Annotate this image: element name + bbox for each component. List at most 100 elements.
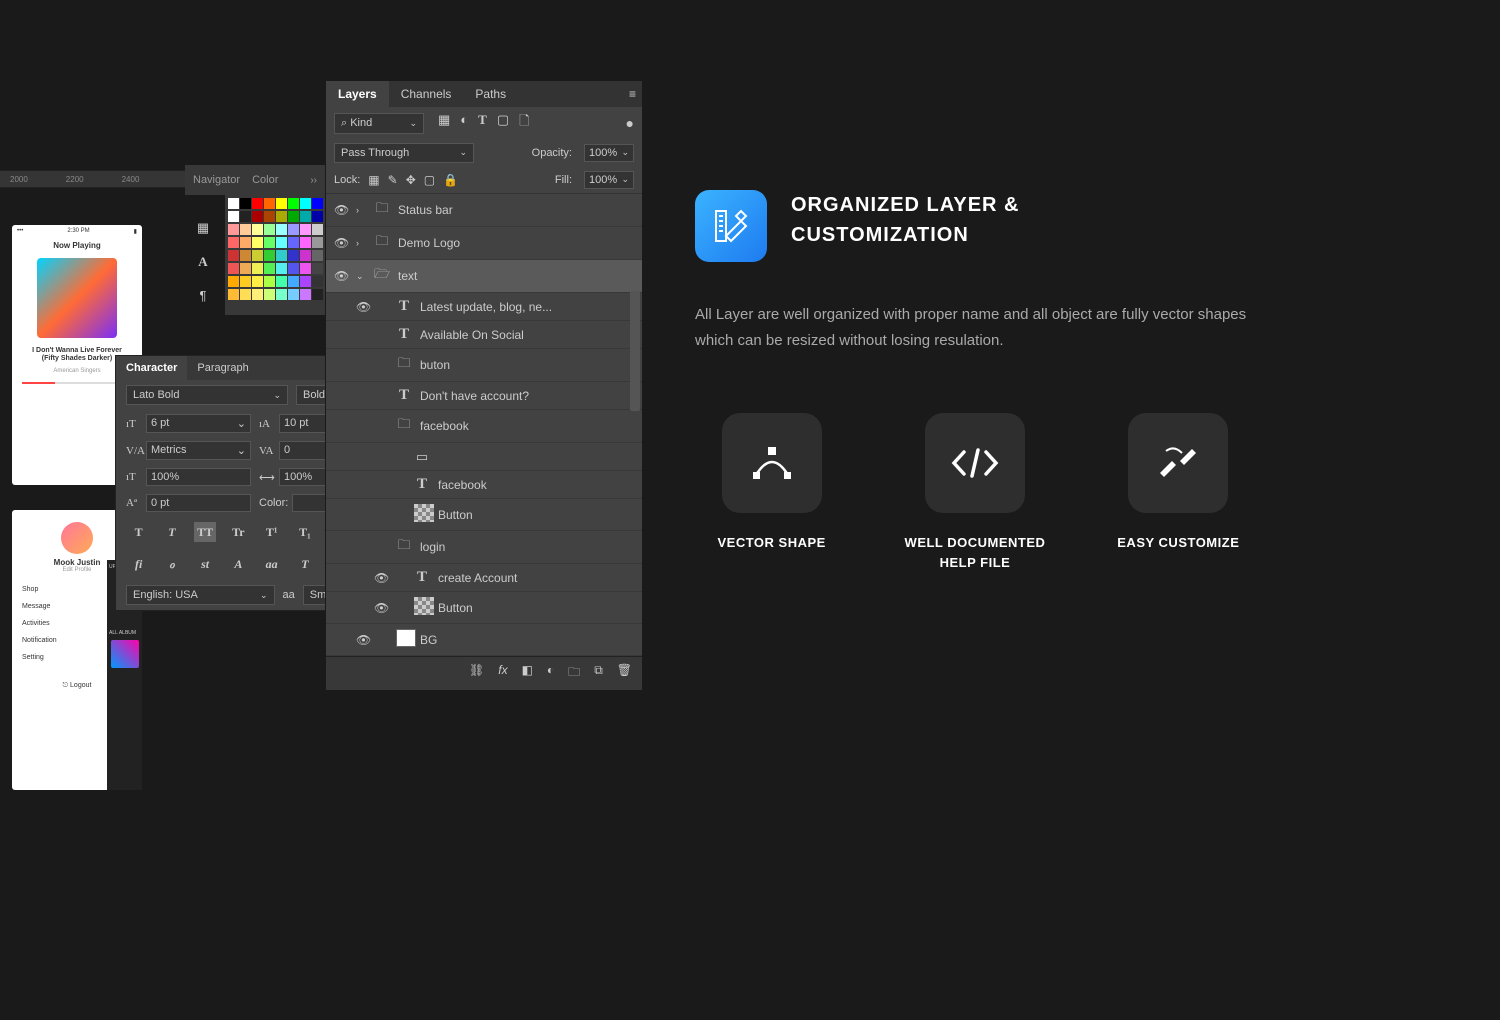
swatch[interactable]	[228, 263, 239, 274]
lock-artboard-icon[interactable]: ▢	[424, 173, 435, 187]
opentype-button[interactable]: aa	[261, 554, 283, 574]
layer-row[interactable]: 👁⌄🗁text	[326, 260, 642, 293]
layer-name[interactable]: buton	[420, 358, 634, 372]
swatch[interactable]	[252, 276, 263, 287]
swatch[interactable]	[240, 211, 251, 222]
swatch[interactable]	[252, 211, 263, 222]
layer-row[interactable]: Button	[326, 499, 642, 531]
layer-row[interactable]: 👁›🗀Status bar	[326, 194, 642, 227]
layer-row[interactable]: 🗀facebook	[326, 410, 642, 443]
language-select[interactable]: English: USA⌄	[126, 585, 275, 605]
layer-name[interactable]: facebook	[438, 478, 634, 492]
swatch[interactable]	[312, 211, 323, 222]
swatch[interactable]	[300, 263, 311, 274]
font-family-select[interactable]: Lato Bold⌄	[126, 385, 288, 405]
panel-collapse-icon[interactable]: ››	[310, 175, 317, 186]
visibility-toggle[interactable]: 👁	[334, 269, 348, 283]
swatch[interactable]	[276, 237, 287, 248]
paths-tab[interactable]: Paths	[463, 81, 518, 107]
swatches-icon[interactable]: ▦	[197, 220, 209, 236]
type-style-button[interactable]: T	[161, 522, 183, 542]
swatch[interactable]	[312, 237, 323, 248]
color-swatches[interactable]	[225, 195, 325, 315]
opentype-button[interactable]: ℴ	[161, 554, 183, 574]
navigator-tab[interactable]: Navigator	[193, 174, 240, 186]
layer-row[interactable]: 🗀login	[326, 531, 642, 564]
layer-row[interactable]: 👁›🗀Demo Logo	[326, 227, 642, 260]
swatch[interactable]	[228, 250, 239, 261]
visibility-toggle[interactable]: 👁	[356, 633, 370, 647]
opentype-button[interactable]: T	[294, 554, 316, 574]
layer-row[interactable]: ▭	[326, 443, 642, 471]
swatch[interactable]	[228, 211, 239, 222]
type-style-button[interactable]: TT	[194, 522, 216, 542]
visibility-toggle[interactable]: 👁	[374, 601, 388, 615]
swatch[interactable]	[300, 250, 311, 261]
filter-type-icon[interactable]: T	[478, 112, 487, 134]
adjustment-layer-icon[interactable]: ◐	[547, 663, 554, 684]
blend-mode-select[interactable]: Pass Through⌄	[334, 143, 474, 163]
swatch[interactable]	[288, 250, 299, 261]
disclosure-triangle[interactable]: ›	[356, 205, 366, 215]
font-size-input[interactable]: 6 pt⌄	[146, 414, 251, 433]
text-tool-icon[interactable]: A	[198, 254, 207, 270]
layers-tab[interactable]: Layers	[326, 81, 389, 107]
swatch[interactable]	[288, 276, 299, 287]
layer-name[interactable]: text	[398, 269, 634, 283]
layer-name[interactable]: Button	[438, 508, 634, 522]
layer-row[interactable]: 👁 Button	[326, 592, 642, 624]
swatch[interactable]	[240, 276, 251, 287]
color-tab[interactable]: Color	[252, 174, 278, 186]
layer-row[interactable]: 👁TLatest update, blog, ne...	[326, 293, 642, 321]
swatch[interactable]	[240, 250, 251, 261]
layer-filter-kind[interactable]: ⌕ Kind⌄	[334, 113, 424, 134]
swatch[interactable]	[264, 263, 275, 274]
layer-fx-icon[interactable]: fx	[498, 663, 507, 684]
new-group-icon[interactable]: 🗀	[568, 663, 580, 684]
lock-transparency-icon[interactable]: ▦	[368, 173, 379, 187]
swatch[interactable]	[264, 276, 275, 287]
disclosure-triangle[interactable]: ›	[356, 238, 366, 248]
layer-name[interactable]: Available On Social	[420, 328, 634, 342]
layer-name[interactable]: Status bar	[398, 203, 634, 217]
swatch[interactable]	[276, 250, 287, 261]
disclosure-triangle[interactable]: ⌄	[356, 271, 366, 282]
layer-row[interactable]: 👁 BG	[326, 624, 642, 656]
layer-name[interactable]: facebook	[420, 419, 634, 433]
swatch[interactable]	[264, 250, 275, 261]
visibility-toggle[interactable]: 👁	[334, 203, 348, 217]
layer-row[interactable]: 👁Tcreate Account	[326, 564, 642, 592]
swatch[interactable]	[264, 211, 275, 222]
swatch[interactable]	[276, 198, 287, 209]
layer-name[interactable]: create Account	[438, 571, 634, 585]
swatch[interactable]	[276, 289, 287, 300]
layer-row[interactable]: 🗀buton	[326, 349, 642, 382]
filter-shape-icon[interactable]: ▢	[497, 112, 509, 134]
layers-scrollbar[interactable]	[630, 291, 640, 411]
filter-adjust-icon[interactable]: ◐	[460, 112, 468, 134]
swatch[interactable]	[252, 198, 263, 209]
type-style-button[interactable]: T	[128, 522, 150, 542]
swatch[interactable]	[288, 237, 299, 248]
swatch[interactable]	[228, 198, 239, 209]
channels-tab[interactable]: Channels	[389, 81, 464, 107]
layer-name[interactable]: BG	[420, 633, 634, 647]
layer-name[interactable]: Latest update, blog, ne...	[420, 300, 634, 314]
swatch[interactable]	[312, 263, 323, 274]
opacity-input[interactable]: 100%⌄	[584, 144, 634, 162]
swatch[interactable]	[264, 224, 275, 235]
swatch[interactable]	[264, 237, 275, 248]
swatch[interactable]	[228, 276, 239, 287]
swatch[interactable]	[276, 276, 287, 287]
paragraph-tab[interactable]: Paragraph	[187, 356, 258, 380]
layer-name[interactable]: Button	[438, 601, 634, 615]
link-layers-icon[interactable]: ⛓	[469, 663, 484, 684]
panel-menu-icon[interactable]: ≡	[629, 87, 636, 101]
layer-row[interactable]: TDon't have account?	[326, 382, 642, 410]
opentype-button[interactable]: fi	[128, 554, 150, 574]
swatch[interactable]	[276, 211, 287, 222]
swatch[interactable]	[240, 289, 251, 300]
swatch[interactable]	[240, 198, 251, 209]
filter-toggle[interactable]: ●	[626, 115, 634, 131]
layer-name[interactable]: Don't have account?	[420, 389, 634, 403]
